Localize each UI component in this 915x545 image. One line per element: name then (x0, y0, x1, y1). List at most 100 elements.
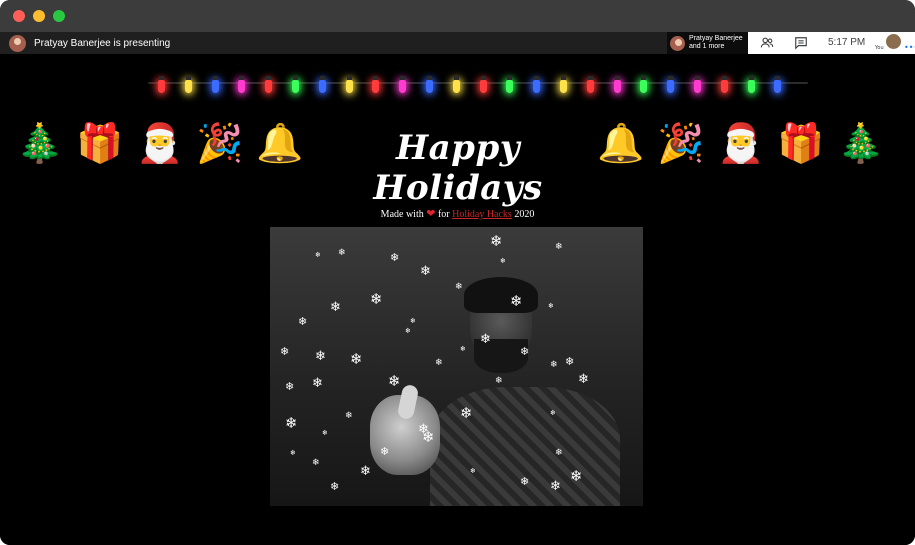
snowflake-icon: ❄ (338, 248, 346, 258)
snowflake-icon: ❄ (520, 345, 530, 358)
snowflake-icon: ❄ (290, 449, 296, 457)
snowflake-icon: ❄ (370, 290, 383, 308)
close-window-button[interactable] (13, 10, 25, 22)
participant-avatar (670, 35, 685, 51)
snowflake-icon: ❄ (510, 292, 523, 310)
snowflake-icon: ❄ (322, 429, 328, 437)
snowflake-icon: ❄ (550, 479, 561, 494)
webcam-video: ❄ ❄ ❄ ❄ ❄ ❄ ❄ ❄ ❄ ❄ ❄ ❄ ❄ ❄ ❄ ❄ ❄ ❄ ❄ ❄ ❄ ❄ ❄ ❄ ❄ ❄ ❄ ❄ ❄ ❄ ❄ ❄ ❄ ❄ ❄ ❄ ❄ ❄ ❄ ❄… (270, 227, 643, 506)
snowflake-icon: ❄ (298, 315, 308, 328)
people-icon[interactable] (760, 36, 774, 50)
snowflake-icon: ❄ (570, 467, 583, 485)
meeting-controls: 5:17 PM You ••• (748, 32, 915, 54)
meeting-bar: Pratyay Banerjee is presenting Pratyay B… (0, 32, 915, 54)
snowflake-icon: ❄ (360, 464, 371, 479)
participants-preview[interactable]: Pratyay Banerjee and 1 more (667, 32, 750, 54)
snowflake-icon: ❄ (470, 467, 476, 475)
light-bulb (399, 76, 407, 93)
snowflake-icon: ❄ (435, 358, 443, 368)
santa-icon: 🎅 (717, 121, 765, 165)
light-bulb (720, 76, 728, 93)
light-bulb (318, 76, 326, 93)
santa-icon: 🎅 (136, 121, 184, 165)
snowflake-icon: ❄ (550, 360, 558, 370)
snowflake-icon: ❄ (500, 257, 506, 265)
light-bulb (372, 76, 380, 93)
light-bulb (506, 76, 514, 93)
minimize-window-button[interactable] (33, 10, 45, 22)
snowflake-icon: ❄ (555, 242, 563, 252)
light-bulb (426, 76, 433, 93)
person-hair (464, 277, 538, 313)
made-with-text: Made with (380, 209, 424, 220)
snowflake-icon: ❄ (380, 445, 390, 458)
light-bulb (238, 76, 246, 93)
party-popper-icon: 🎉 (196, 121, 244, 165)
christmas-tree-icon: 🎄 (16, 121, 64, 165)
light-bulb (640, 76, 648, 93)
for-text: for (437, 209, 450, 220)
party-popper-icon: 🎉 (657, 121, 705, 165)
snowflake-icon: ❄ (422, 428, 435, 446)
snowflake-icon: ❄ (330, 480, 340, 493)
presenting-text: Pratyay Banerjee is presenting (34, 37, 171, 49)
snowflake-icon: ❄ (555, 448, 563, 458)
snowflake-icon: ❄ (550, 409, 556, 417)
snowflake-icon: ❄ (565, 355, 575, 368)
snowflake-icon: ❄ (490, 232, 503, 250)
window-titlebar (0, 0, 915, 32)
you-label: You (875, 45, 884, 51)
light-bulb (158, 76, 165, 93)
snowflake-icon: ❄ (315, 251, 321, 259)
maximize-window-button[interactable] (53, 10, 65, 22)
self-avatar[interactable] (886, 34, 901, 49)
participants-name: Pratyay Banerjee (689, 35, 743, 42)
light-bulb (747, 76, 755, 93)
snowflake-icon: ❄ (312, 376, 323, 391)
light-bulb (479, 76, 487, 93)
snowflake-icon: ❄ (495, 376, 503, 386)
page-title: Happy Holidays (373, 128, 543, 208)
bell-icon: 🔔 (597, 121, 645, 165)
snowflake-icon: ❄ (420, 264, 431, 279)
bell-icon: 🔔 (256, 121, 304, 165)
snowflake-icon: ❄ (578, 372, 589, 387)
light-bulb (184, 76, 192, 93)
heart-icon: ❤ (426, 208, 436, 220)
person-torso (430, 387, 620, 506)
snowflake-icon: ❄ (390, 251, 400, 264)
snowflake-icon: ❄ (410, 317, 416, 325)
snowflake-icon: ❄ (388, 372, 401, 390)
presenter-avatar (9, 34, 26, 52)
snowflake-icon: ❄ (285, 380, 295, 393)
snowflake-icon: ❄ (480, 332, 491, 347)
light-bulb (613, 76, 621, 93)
shared-screen: 🎄 🎁 🎅 🎉 🔔 Happy Holidays 🔔 🎉 🎅 🎁 🎄 Made with ❤ f… (0, 54, 915, 545)
snowflake-icon: ❄ (548, 302, 554, 310)
snowflake-icon: ❄ (315, 349, 326, 364)
snowflake-icon: ❄ (460, 404, 473, 422)
chat-icon[interactable] (794, 36, 808, 50)
gift-icon: 🎁 (777, 121, 825, 165)
light-bulb (533, 76, 541, 93)
snowflake-icon: ❄ (280, 345, 290, 358)
snowflake-icon: ❄ (455, 282, 463, 292)
light-bulb (774, 76, 782, 93)
app-window: Pratyay Banerjee is presenting Pratyay B… (0, 0, 915, 545)
light-bulb (560, 76, 567, 93)
light-bulb (265, 76, 273, 93)
lights-wire (148, 82, 808, 84)
snowflake-icon: ❄ (312, 458, 320, 468)
presenter-info: Pratyay Banerjee is presenting (9, 34, 170, 52)
light-bulb (694, 76, 701, 93)
light-bulb (211, 76, 219, 93)
snowflake-icon: ❄ (345, 411, 353, 421)
snowflake-icon: ❄ (350, 350, 363, 368)
credit-line: Made with ❤ for Holiday Hacks 2020 (0, 207, 915, 220)
snowflake-icon: ❄ (460, 345, 466, 353)
more-icon[interactable]: ••• (904, 43, 915, 52)
light-bulb (586, 76, 594, 93)
holiday-hacks-link[interactable]: Holiday Hacks (452, 209, 512, 220)
snowflake-icon: ❄ (405, 327, 411, 335)
light-bulb (292, 76, 299, 93)
